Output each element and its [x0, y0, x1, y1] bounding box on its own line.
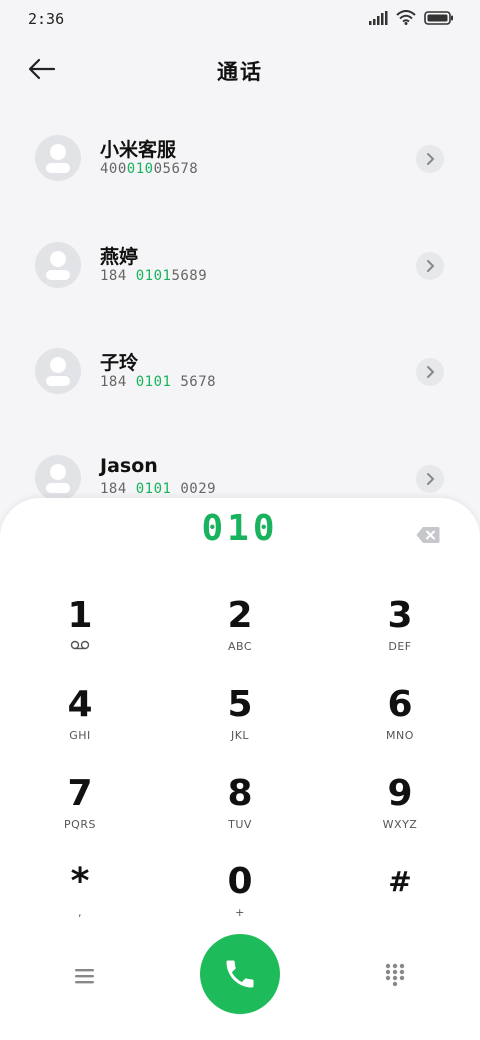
dialed-number[interactable]: 010: [0, 508, 480, 549]
chevron-right-icon: [427, 366, 435, 378]
contact-item[interactable]: 小米客服 40001005678: [0, 135, 480, 235]
page-title: 通话: [217, 60, 263, 84]
status-bar: 2:36: [0, 0, 480, 40]
key-4[interactable]: 4 GHI: [10, 685, 150, 757]
contact-detail-button[interactable]: [416, 145, 444, 173]
contact-number: 40001005678: [100, 161, 199, 177]
battery-icon: [424, 10, 453, 25]
call-button[interactable]: [200, 934, 280, 1014]
key-3[interactable]: 3 DEF: [330, 596, 470, 668]
contact-number: 184 0101 5678: [100, 374, 217, 390]
menu-button[interactable]: [70, 964, 100, 988]
wifi-icon: [396, 10, 416, 25]
avatar: [35, 135, 81, 181]
menu-icon: [75, 969, 94, 984]
contact-name: Jason: [100, 455, 158, 477]
contact-number: 184 0101 0029: [100, 481, 217, 497]
chevron-right-icon: [427, 153, 435, 165]
keypad-icon: [385, 963, 405, 987]
key-2[interactable]: 2 ABC: [170, 596, 310, 668]
contact-item[interactable]: 燕婷 184 01015689: [0, 242, 480, 342]
contact-detail-button[interactable]: [416, 252, 444, 280]
avatar: [35, 348, 81, 394]
backspace-button[interactable]: [416, 526, 440, 544]
voicemail-icon: [70, 640, 90, 650]
key-0[interactable]: 0 +: [170, 862, 310, 934]
avatar: [35, 455, 81, 501]
key-hash[interactable]: #: [330, 862, 470, 934]
key-star[interactable]: * ,: [10, 862, 150, 934]
contact-number: 184 01015689: [100, 268, 208, 284]
dialpad-actions: [0, 934, 480, 1018]
status-time: 2:36: [28, 10, 65, 28]
chevron-right-icon: [427, 473, 435, 485]
backspace-icon: [416, 527, 440, 543]
contact-detail-button[interactable]: [416, 465, 444, 493]
key-6[interactable]: 6 MNO: [330, 685, 470, 757]
key-1[interactable]: 1: [10, 596, 150, 668]
contact-name: 子玲: [100, 352, 139, 374]
header: 通话: [0, 40, 480, 100]
dialpad-panel: 010 1 2 ABC 3 DEF 4 GHI 5 JKL 6 MNO 7 PQ…: [0, 498, 480, 1040]
contact-name: 小米客服: [100, 139, 177, 161]
key-5[interactable]: 5 JKL: [170, 685, 310, 757]
signal-icon: [369, 10, 388, 25]
keypad-toggle-button[interactable]: [384, 962, 406, 988]
key-9[interactable]: 9 WXYZ: [330, 774, 470, 846]
contact-detail-button[interactable]: [416, 358, 444, 386]
avatar: [35, 242, 81, 288]
contact-name: 燕婷: [100, 246, 139, 268]
status-icons: [368, 10, 454, 25]
key-8[interactable]: 8 TUV: [170, 774, 310, 846]
chevron-right-icon: [427, 260, 435, 272]
contact-item[interactable]: 子玲 184 0101 5678: [0, 348, 480, 448]
key-7[interactable]: 7 PQRS: [10, 774, 150, 846]
phone-icon: [226, 960, 254, 988]
